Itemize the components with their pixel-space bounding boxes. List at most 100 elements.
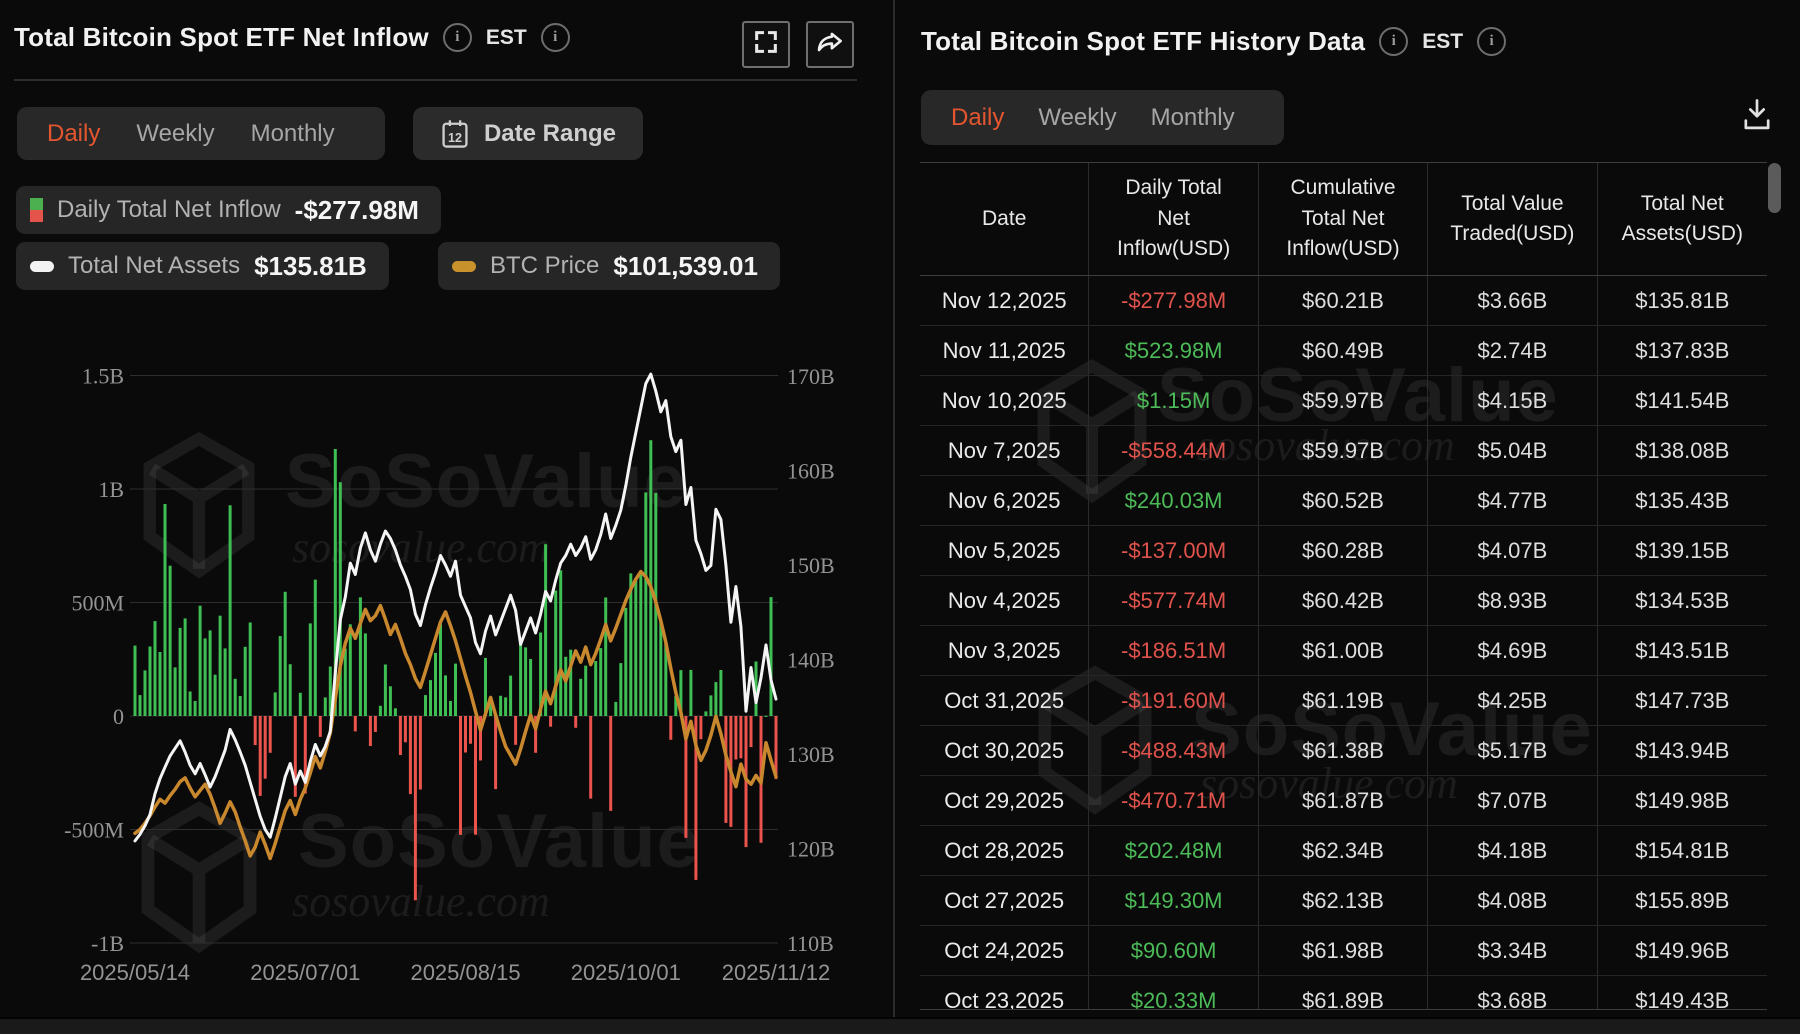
table-row[interactable]: Oct 23,2025$20.33M$61.89B$3.68B$149.43B xyxy=(920,976,1767,1010)
column-header-net-assets[interactable]: Total Net Assets(USD) xyxy=(1598,163,1767,275)
svg-text:120B: 120B xyxy=(787,837,835,862)
daily-inflow-cell: -$577.74M xyxy=(1089,576,1258,625)
net-inflow-chart-panel: Total Bitcoin Spot ETF Net Inflow i EST … xyxy=(0,0,895,1032)
table-row[interactable]: Oct 29,2025-$470.71M$61.87B$7.07B$149.98… xyxy=(920,776,1767,826)
value-traded-cell: $4.18B xyxy=(1428,826,1597,875)
table-title-row: Total Bitcoin Spot ETF History Data i ES… xyxy=(921,26,1506,57)
table-row[interactable]: Nov 10,2025$1.15M$59.97B$4.15B$141.54B xyxy=(920,376,1767,426)
table-row[interactable]: Nov 4,2025-$577.74M$60.42B$8.93B$134.53B xyxy=(920,576,1767,626)
value-traded-cell: $4.07B xyxy=(1428,526,1597,575)
svg-text:-1B: -1B xyxy=(91,931,124,956)
date-cell: Nov 10,2025 xyxy=(920,376,1089,425)
value-traded-cell: $3.34B xyxy=(1428,926,1597,975)
daily-inflow-cell: -$137.00M xyxy=(1089,526,1258,575)
daily-inflow-cell: -$558.44M xyxy=(1089,426,1258,475)
info-icon[interactable]: i xyxy=(1379,27,1408,56)
table-row[interactable]: Nov 12,2025-$277.98M$60.21B$3.66B$135.81… xyxy=(920,276,1767,326)
value-traded-cell: $3.68B xyxy=(1428,976,1597,1010)
svg-text:170B: 170B xyxy=(787,364,835,389)
est-label: EST xyxy=(1422,30,1463,54)
table-scrollbar[interactable] xyxy=(1768,162,1781,1008)
daily-inflow-cell: -$470.71M xyxy=(1089,776,1258,825)
date-cell: Oct 23,2025 xyxy=(920,976,1089,1010)
daily-inflow-cell: $149.30M xyxy=(1089,876,1258,925)
date-cell: Oct 27,2025 xyxy=(920,876,1089,925)
net-assets-cell: $154.81B xyxy=(1598,826,1767,875)
tab-monthly[interactable]: Monthly xyxy=(1151,104,1235,132)
horizontal-scrollbar[interactable] xyxy=(0,1017,1800,1034)
net-assets-cell: $138.08B xyxy=(1598,426,1767,475)
net-assets-cell: $141.54B xyxy=(1598,376,1767,425)
net-assets-cell: $143.94B xyxy=(1598,726,1767,775)
value-traded-cell: $5.17B xyxy=(1428,726,1597,775)
tab-daily[interactable]: Daily xyxy=(951,104,1004,132)
column-header-cumulative-inflow[interactable]: Cumulative Total Net Inflow(USD) xyxy=(1259,163,1428,275)
svg-text:110B: 110B xyxy=(787,931,834,956)
net-inflow-combo-chart[interactable]: 1.5B1B500M0-500M-1B170B160B150B140B130B1… xyxy=(0,0,893,1032)
date-cell: Nov 5,2025 xyxy=(920,526,1089,575)
column-header-daily-inflow[interactable]: Daily Total Net Inflow(USD) xyxy=(1089,163,1258,275)
svg-text:2025/08/15: 2025/08/15 xyxy=(410,960,520,985)
table-row[interactable]: Oct 27,2025$149.30M$62.13B$4.08B$155.89B xyxy=(920,876,1767,926)
date-cell: Oct 31,2025 xyxy=(920,676,1089,725)
svg-text:150B: 150B xyxy=(787,553,835,578)
value-traded-cell: $4.15B xyxy=(1428,376,1597,425)
table-body: Nov 12,2025-$277.98M$60.21B$3.66B$135.81… xyxy=(920,276,1767,1010)
table-row[interactable]: Nov 11,2025$523.98M$60.49B$2.74B$137.83B xyxy=(920,326,1767,376)
date-cell: Nov 6,2025 xyxy=(920,476,1089,525)
table-row[interactable]: Oct 31,2025-$191.60M$61.19B$4.25B$147.73… xyxy=(920,676,1767,726)
daily-inflow-cell: $90.60M xyxy=(1089,926,1258,975)
scrollbar-thumb[interactable] xyxy=(1768,163,1781,213)
cumulative-inflow-cell: $59.97B xyxy=(1259,376,1428,425)
date-cell: Oct 29,2025 xyxy=(920,776,1089,825)
cumulative-inflow-cell: $60.49B xyxy=(1259,326,1428,375)
table-row[interactable]: Nov 3,2025-$186.51M$61.00B$4.69B$143.51B xyxy=(920,626,1767,676)
daily-inflow-cell: $523.98M xyxy=(1089,326,1258,375)
table-title: Total Bitcoin Spot ETF History Data xyxy=(921,26,1365,57)
value-traded-cell: $3.66B xyxy=(1428,276,1597,325)
daily-inflow-cell: -$488.43M xyxy=(1089,726,1258,775)
cumulative-inflow-cell: $62.34B xyxy=(1259,826,1428,875)
table-header-row: Date Daily Total Net Inflow(USD) Cumulat… xyxy=(920,163,1767,276)
date-cell: Oct 30,2025 xyxy=(920,726,1089,775)
value-traded-cell: $2.74B xyxy=(1428,326,1597,375)
cumulative-inflow-cell: $60.42B xyxy=(1259,576,1428,625)
cumulative-inflow-cell: $60.28B xyxy=(1259,526,1428,575)
info-icon[interactable]: i xyxy=(1477,27,1506,56)
svg-text:0: 0 xyxy=(113,704,124,729)
history-data-table: Date Daily Total Net Inflow(USD) Cumulat… xyxy=(920,162,1767,1010)
svg-text:-500M: -500M xyxy=(64,818,124,843)
history-data-panel: Total Bitcoin Spot ETF History Data i ES… xyxy=(895,0,1800,1032)
value-traded-cell: $8.93B xyxy=(1428,576,1597,625)
svg-text:500M: 500M xyxy=(71,591,124,616)
tab-weekly[interactable]: Weekly xyxy=(1038,104,1116,132)
cumulative-inflow-cell: $61.89B xyxy=(1259,976,1428,1010)
table-row[interactable]: Nov 5,2025-$137.00M$60.28B$4.07B$139.15B xyxy=(920,526,1767,576)
daily-inflow-cell: $202.48M xyxy=(1089,826,1258,875)
table-row[interactable]: Nov 6,2025$240.03M$60.52B$4.77B$135.43B xyxy=(920,476,1767,526)
daily-inflow-cell: $240.03M xyxy=(1089,476,1258,525)
download-button[interactable] xyxy=(1735,93,1779,141)
column-header-date[interactable]: Date xyxy=(920,163,1089,275)
table-row[interactable]: Nov 7,2025-$558.44M$59.97B$5.04B$138.08B xyxy=(920,426,1767,476)
table-row[interactable]: Oct 24,2025$90.60M$61.98B$3.34B$149.96B xyxy=(920,926,1767,976)
svg-text:140B: 140B xyxy=(787,648,835,673)
net-assets-cell: $134.53B xyxy=(1598,576,1767,625)
value-traded-cell: $4.69B xyxy=(1428,626,1597,675)
svg-text:160B: 160B xyxy=(787,459,835,484)
date-cell: Nov 4,2025 xyxy=(920,576,1089,625)
daily-inflow-cell: -$191.60M xyxy=(1089,676,1258,725)
svg-text:2025/05/14: 2025/05/14 xyxy=(80,960,190,985)
cumulative-inflow-cell: $59.97B xyxy=(1259,426,1428,475)
table-row[interactable]: Oct 28,2025$202.48M$62.34B$4.18B$154.81B xyxy=(920,826,1767,876)
svg-text:2025/07/01: 2025/07/01 xyxy=(250,960,360,985)
table-row[interactable]: Oct 30,2025-$488.43M$61.38B$5.17B$143.94… xyxy=(920,726,1767,776)
date-cell: Nov 3,2025 xyxy=(920,626,1089,675)
value-traded-cell: $5.04B xyxy=(1428,426,1597,475)
column-header-value-traded[interactable]: Total Value Traded(USD) xyxy=(1428,163,1597,275)
date-cell: Nov 12,2025 xyxy=(920,276,1089,325)
svg-text:2025/10/01: 2025/10/01 xyxy=(571,960,681,985)
svg-text:2025/11/12: 2025/11/12 xyxy=(722,960,830,985)
date-cell: Nov 11,2025 xyxy=(920,326,1089,375)
net-assets-cell: $137.83B xyxy=(1598,326,1767,375)
